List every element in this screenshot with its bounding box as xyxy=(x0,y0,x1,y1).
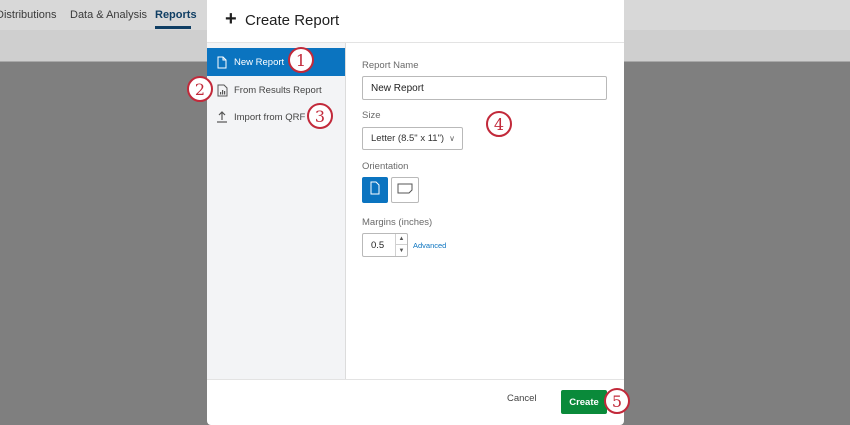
advanced-margins-link[interactable]: Advanced xyxy=(413,241,446,250)
modal-footer: Cancel Create xyxy=(207,379,624,425)
margins-stepper[interactable]: 0.5 ▲ ▼ xyxy=(362,233,408,257)
callout-5: 5 xyxy=(604,388,630,414)
active-tab-indicator xyxy=(155,26,191,29)
report-settings-form: Report Name Size Letter (8.5" x 11") ∨ O… xyxy=(346,43,624,379)
sidebar-item-label: From Results Report xyxy=(234,84,322,96)
size-label: Size xyxy=(362,110,381,121)
tab-distributions[interactable]: Distributions xyxy=(0,9,57,21)
size-select-value: Letter (8.5" x 11") xyxy=(371,133,445,144)
cancel-button[interactable]: Cancel xyxy=(507,393,537,404)
tab-reports[interactable]: Reports xyxy=(155,9,197,21)
modal-header: + Create Report xyxy=(207,0,624,43)
chevron-down-icon: ∨ xyxy=(449,134,455,143)
document-icon xyxy=(216,55,228,69)
margins-value: 0.5 xyxy=(371,240,385,251)
sidebar-item-new-report[interactable]: New Report xyxy=(207,48,345,76)
callout-3: 3 xyxy=(307,103,333,129)
margins-label: Margins (inches) xyxy=(362,217,433,228)
modal-title: Create Report xyxy=(245,12,340,29)
sidebar-item-label: New Report xyxy=(234,56,285,68)
plus-icon: + xyxy=(225,8,237,30)
report-name-label: Report Name xyxy=(362,60,419,71)
upload-icon xyxy=(216,110,228,124)
callout-4: 4 xyxy=(486,111,512,137)
sidebar-item-label: Import from QRF xyxy=(234,111,306,123)
bar-chart-document-icon xyxy=(216,83,228,97)
decrement-arrow-icon[interactable]: ▼ xyxy=(396,245,407,256)
landscape-page-icon xyxy=(397,181,413,199)
portrait-orientation-button[interactable] xyxy=(362,177,388,203)
report-name-input[interactable] xyxy=(362,76,607,100)
callout-1: 1 xyxy=(288,47,314,73)
create-report-modal: + Create Report New Report From Results … xyxy=(207,0,624,425)
report-source-sidebar: New Report From Results Report Import fr… xyxy=(207,43,346,379)
callout-2: 2 xyxy=(187,76,213,102)
create-button[interactable]: Create xyxy=(561,390,607,414)
margins-stepper-controls: ▲ ▼ xyxy=(395,234,407,256)
orientation-label: Orientation xyxy=(362,161,409,172)
sidebar-item-from-results-report[interactable]: From Results Report xyxy=(207,76,345,104)
portrait-page-icon xyxy=(370,181,380,200)
landscape-orientation-button[interactable] xyxy=(391,177,419,203)
increment-arrow-icon[interactable]: ▲ xyxy=(396,234,407,245)
size-select[interactable]: Letter (8.5" x 11") ∨ xyxy=(362,127,463,150)
tab-data-analysis[interactable]: Data & Analysis xyxy=(70,9,147,21)
